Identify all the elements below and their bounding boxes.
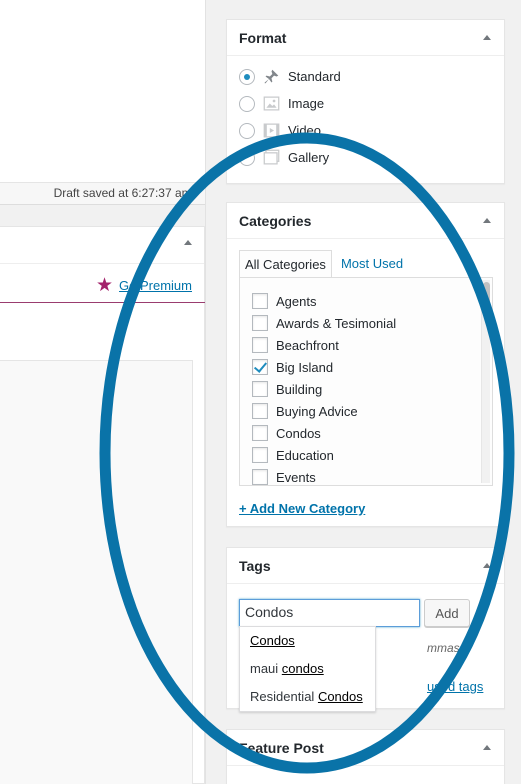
- format-label-image: Image: [288, 96, 325, 111]
- tag-hint-text: mmas: [427, 641, 460, 655]
- image-icon: [263, 96, 280, 111]
- format-title-text: Format: [239, 30, 287, 46]
- checkbox[interactable]: [252, 337, 268, 353]
- radio-gallery[interactable]: [239, 149, 255, 166]
- tags-title-text: Tags: [239, 558, 271, 574]
- format-label-standard: Standard: [288, 69, 341, 84]
- format-label-video: Video: [288, 123, 322, 138]
- category-item[interactable]: Condos: [252, 422, 492, 444]
- category-item[interactable]: Big Island: [252, 356, 492, 378]
- radio-video[interactable]: [239, 122, 255, 139]
- category-tabs: All Categories Most Used: [239, 250, 408, 278]
- category-item[interactable]: Beachfront: [252, 334, 492, 356]
- editor-area: [0, 0, 205, 183]
- pin-icon: [264, 69, 279, 84]
- add-tag-button[interactable]: Add: [424, 599, 470, 627]
- category-label: Condos: [276, 425, 321, 441]
- category-label: Awards & Tesimonial: [276, 315, 397, 331]
- category-label: Education: [276, 447, 334, 463]
- tag-suggestion[interactable]: maui condos: [240, 655, 375, 683]
- add-new-category-link[interactable]: + Add New Category: [239, 501, 365, 516]
- feature-post-title[interactable]: Feature Post: [227, 730, 504, 766]
- checklist-scrollbar[interactable]: [481, 280, 490, 483]
- category-item[interactable]: Agents: [252, 290, 492, 312]
- divider: [0, 302, 205, 303]
- tag-suggestions: Condos maui condos Residential Condos: [239, 626, 376, 712]
- categories-title[interactable]: Categories: [227, 203, 504, 239]
- go-premium-label[interactable]: Go Premium: [119, 278, 192, 293]
- format-title[interactable]: Format: [227, 20, 504, 56]
- suggestion-match: Condos: [250, 633, 295, 648]
- checkbox[interactable]: [252, 293, 268, 309]
- feature-post-title-text: Feature Post: [239, 740, 324, 756]
- category-item[interactable]: Building: [252, 378, 492, 400]
- most-used-tags-link[interactable]: used tags: [427, 679, 483, 694]
- suggestion-prefix: Residential: [250, 689, 318, 704]
- categories-box: Categories All Categories Most Used Agen…: [226, 202, 505, 527]
- category-label: Beachfront: [276, 337, 339, 353]
- category-label: Building: [276, 381, 323, 397]
- format-option-image[interactable]: Image: [239, 90, 492, 117]
- feature-post-box: Feature Post: [226, 729, 505, 784]
- category-label: Big Island: [276, 359, 334, 375]
- collapse-arrow-icon[interactable]: [483, 745, 491, 750]
- category-label: Events: [276, 469, 316, 485]
- format-label-gallery: Gallery: [288, 150, 330, 165]
- gallery-icon: [263, 149, 280, 165]
- scrollbar-thumb[interactable]: [483, 282, 490, 318]
- tab-most-used[interactable]: Most Used: [332, 250, 408, 278]
- tag-suggestion[interactable]: Residential Condos: [240, 683, 375, 711]
- collapse-arrow-icon[interactable]: [483, 218, 491, 223]
- category-item[interactable]: Education: [252, 444, 492, 466]
- video-icon: [263, 123, 280, 138]
- category-label: Buying Advice: [276, 403, 358, 419]
- category-checklist: Agents Awards & Tesimonial Beachfront Bi…: [239, 277, 493, 486]
- tags-title[interactable]: Tags: [227, 548, 504, 584]
- format-option-gallery[interactable]: Gallery: [239, 144, 492, 171]
- checkbox[interactable]: [252, 425, 268, 441]
- tags-box: Tags Condos Add mmas used tags Condos ma…: [226, 547, 505, 712]
- collapse-arrow-icon[interactable]: [483, 563, 491, 568]
- column-divider: [205, 0, 206, 784]
- checkbox[interactable]: [252, 447, 268, 463]
- tab-all-categories[interactable]: All Categories: [239, 250, 332, 278]
- suggestion-prefix: maui: [250, 661, 282, 676]
- categories-title-text: Categories: [239, 213, 312, 229]
- tag-suggestion[interactable]: Condos: [240, 627, 375, 655]
- radio-image[interactable]: [239, 95, 255, 112]
- star-icon: ★: [95, 275, 114, 296]
- inner-editor-pane[interactable]: [0, 360, 193, 784]
- format-options: Standard Image Video Gallery: [227, 56, 504, 171]
- metabox-header[interactable]: [0, 227, 204, 264]
- category-item[interactable]: Buying Advice: [252, 400, 492, 422]
- collapse-arrow-icon[interactable]: [483, 35, 491, 40]
- go-premium-link[interactable]: ★ Go Premium: [96, 276, 192, 295]
- category-label: Agents: [276, 293, 317, 309]
- checkbox-checked[interactable]: [252, 359, 268, 375]
- checkbox[interactable]: [252, 403, 268, 419]
- category-item[interactable]: Events: [252, 466, 492, 485]
- tag-input[interactable]: Condos: [239, 599, 420, 627]
- seo-metabox: ★ Go Premium: [0, 226, 205, 784]
- format-option-video[interactable]: Video: [239, 117, 492, 144]
- checkbox[interactable]: [252, 469, 268, 485]
- checkbox[interactable]: [252, 315, 268, 331]
- radio-standard[interactable]: [239, 68, 255, 85]
- suggestion-match: condos: [281, 661, 324, 676]
- collapse-arrow-icon[interactable]: [184, 240, 192, 245]
- format-box: Format Standard Image Video Gallery: [226, 19, 505, 184]
- format-option-standard[interactable]: Standard: [239, 63, 492, 90]
- category-item[interactable]: Awards & Tesimonial: [252, 312, 492, 334]
- suggestion-match: Condos: [317, 689, 363, 704]
- checkbox[interactable]: [252, 381, 268, 397]
- draft-status: Draft saved at 6:27:37 am.: [0, 183, 205, 205]
